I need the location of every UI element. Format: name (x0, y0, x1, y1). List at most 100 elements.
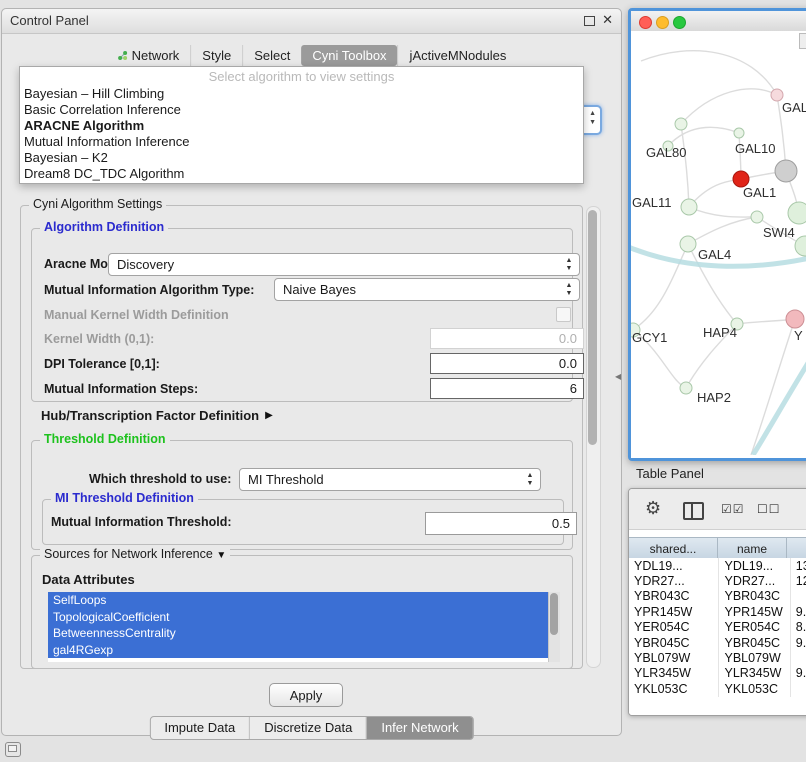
tab-style[interactable]: Style (190, 45, 242, 66)
column-chooser-icon[interactable] (683, 502, 704, 520)
table-row[interactable]: YDR27... YDR27... 12 (629, 573, 806, 588)
table-row[interactable]: YBR043C YBR043C (629, 589, 806, 604)
select-all-icon[interactable]: ☑☑ (721, 502, 745, 516)
collapsed-arrow-icon: ▶ (265, 410, 273, 421)
network-nodes (631, 89, 806, 394)
apply-button[interactable]: Apply (269, 683, 343, 707)
settings-scrollbar[interactable] (586, 206, 601, 668)
network-node[interactable] (681, 199, 697, 215)
network-scrollbar[interactable] (799, 33, 806, 49)
tab-label: Select (254, 48, 290, 63)
restore-panel-icon[interactable] (5, 742, 21, 757)
settings-scrollbar-thumb[interactable] (588, 210, 597, 445)
tab-label: Infer Network (381, 720, 458, 735)
float-window-icon[interactable] (584, 16, 595, 26)
network-node[interactable] (788, 202, 806, 224)
table-row[interactable]: YLR345W YLR345W 9. (629, 666, 806, 681)
tab-cyni-toolbox[interactable]: Cyni Toolbox (301, 45, 397, 66)
tab-label: Discretize Data (264, 720, 352, 735)
column-header-clipped[interactable] (787, 538, 806, 559)
threshold-definition-title: Threshold Definition (40, 432, 170, 446)
which-threshold-label: Which threshold to use: (89, 472, 231, 486)
cell: YKL053C (719, 681, 790, 696)
close-traffic-light-icon[interactable] (639, 16, 652, 29)
which-threshold-combo[interactable]: MI Threshold ▲▼ (239, 468, 541, 491)
algorithm-option-selected[interactable]: ARACNE Algorithm (20, 118, 583, 134)
combo-stepper-icon: ▲▼ (561, 257, 579, 273)
hub-definition-toggle[interactable]: Hub/Transcription Factor Definition ▶ (41, 406, 273, 424)
list-item[interactable]: SelfLoops (48, 592, 549, 609)
hub-definition-label: Hub/Transcription Factor Definition (41, 408, 259, 423)
network-node[interactable] (675, 118, 687, 130)
algorithm-option[interactable]: Bayesian – K2 (20, 150, 583, 166)
table-row[interactable]: YER054C YER054C 8. (629, 620, 806, 635)
node-label: GCY1 (632, 330, 667, 345)
network-node[interactable] (795, 236, 806, 256)
column-header-shared-name[interactable]: shared... (629, 538, 718, 559)
table-row[interactable]: YDL19... YDL19... 13 (629, 558, 806, 573)
mi-steps-field[interactable]: 6 (430, 378, 584, 399)
control-panel-window: Control Panel ✕ Network Style Select (1, 8, 622, 736)
kernel-width-label: Kernel Width (0,1): (44, 332, 154, 346)
mi-algo-type-combo[interactable]: Naive Bayes ▲▼ (274, 278, 580, 301)
deselect-all-icon[interactable]: ☐☐ (757, 502, 781, 516)
network-canvas[interactable]: GAL80 GAL10 GAL11 GAL1 SWI4 GAL4 GCY1 HA… (631, 31, 806, 458)
close-icon[interactable]: ✕ (602, 12, 613, 28)
tab-label: Network (132, 48, 180, 63)
algorithm-option[interactable]: Dream8 DC_TDC Algorithm (20, 166, 583, 182)
node-label: GAL (782, 100, 806, 115)
cell (791, 589, 806, 604)
mi-steps-label: Mutual Information Steps: (44, 382, 198, 396)
table-row[interactable]: YBL079W YBL079W (629, 650, 806, 665)
cell: YBL079W (719, 650, 790, 665)
algorithm-option[interactable]: Basic Correlation Inference (20, 102, 583, 118)
column-header-name[interactable]: name (718, 538, 787, 559)
list-item[interactable]: TopologicalCoefficient (48, 609, 549, 626)
sources-title-text[interactable]: Sources for Network Inference (44, 547, 213, 561)
network-node[interactable] (751, 211, 763, 223)
cell: YBR043C (719, 589, 790, 604)
algorithm-option[interactable]: Mutual Information Inference (20, 134, 583, 150)
desktop: Control Panel ✕ Network Style Select (0, 0, 806, 762)
table-row[interactable]: YKL053C YKL053C (629, 681, 806, 696)
node-label: HAP2 (697, 390, 731, 405)
cell: YER054C (719, 620, 790, 635)
tab-impute-data[interactable]: Impute Data (150, 717, 249, 739)
table-row[interactable]: YBR045C YBR045C 9. (629, 635, 806, 650)
data-attributes-list: SelfLoops TopologicalCoefficient Between… (48, 592, 560, 662)
list-item[interactable]: BetweennessCentrality (48, 625, 549, 642)
cell: YBR043C (629, 589, 719, 604)
tab-network[interactable]: Network (106, 45, 191, 66)
algorithm-option[interactable]: Bayesian – Hill Climbing (20, 86, 583, 102)
manual-kernel-width-label: Manual Kernel Width Definition (44, 308, 229, 322)
bottom-tab-bar: Impute Data Discretize Data Infer Networ… (149, 716, 473, 740)
list-scrollbar[interactable] (548, 592, 560, 662)
tab-label: Cyni Toolbox (312, 48, 386, 63)
network-window-titlebar[interactable] (631, 11, 806, 32)
network-node[interactable] (786, 310, 804, 328)
network-node[interactable] (680, 382, 692, 394)
network-node[interactable] (680, 236, 696, 252)
dpi-tolerance-field[interactable]: 0.0 (430, 353, 584, 374)
list-item[interactable]: gal4RGexp (48, 642, 549, 659)
network-node[interactable] (775, 160, 797, 182)
expanded-arrow-icon[interactable]: ▼ (216, 550, 226, 561)
node-label: GAL4 (698, 247, 731, 262)
cell: 9. (791, 604, 806, 619)
tab-select[interactable]: Select (242, 45, 301, 66)
settings-gear-icon[interactable]: ⚙ (645, 498, 661, 519)
control-panel-titlebar[interactable]: Control Panel ✕ (2, 9, 621, 34)
tab-label: jActiveMNodules (410, 48, 507, 63)
minimize-traffic-light-icon[interactable] (656, 16, 669, 29)
mi-threshold-field[interactable]: 0.5 (425, 512, 577, 535)
aracne-mode-combo[interactable]: Discovery ▲▼ (108, 253, 580, 276)
zoom-traffic-light-icon[interactable] (673, 16, 686, 29)
network-node[interactable] (734, 128, 744, 138)
list-scrollbar-thumb[interactable] (550, 593, 558, 635)
cell: YBR045C (629, 635, 719, 650)
tab-discretize-data[interactable]: Discretize Data (249, 717, 366, 739)
tab-infer-network[interactable]: Infer Network (366, 717, 472, 739)
panel-resize-handle-icon[interactable]: ◀ (615, 372, 621, 381)
tab-jactivemnodules[interactable]: jActiveMNodules (398, 45, 518, 66)
table-row[interactable]: YPR145W YPR145W 9. (629, 604, 806, 619)
